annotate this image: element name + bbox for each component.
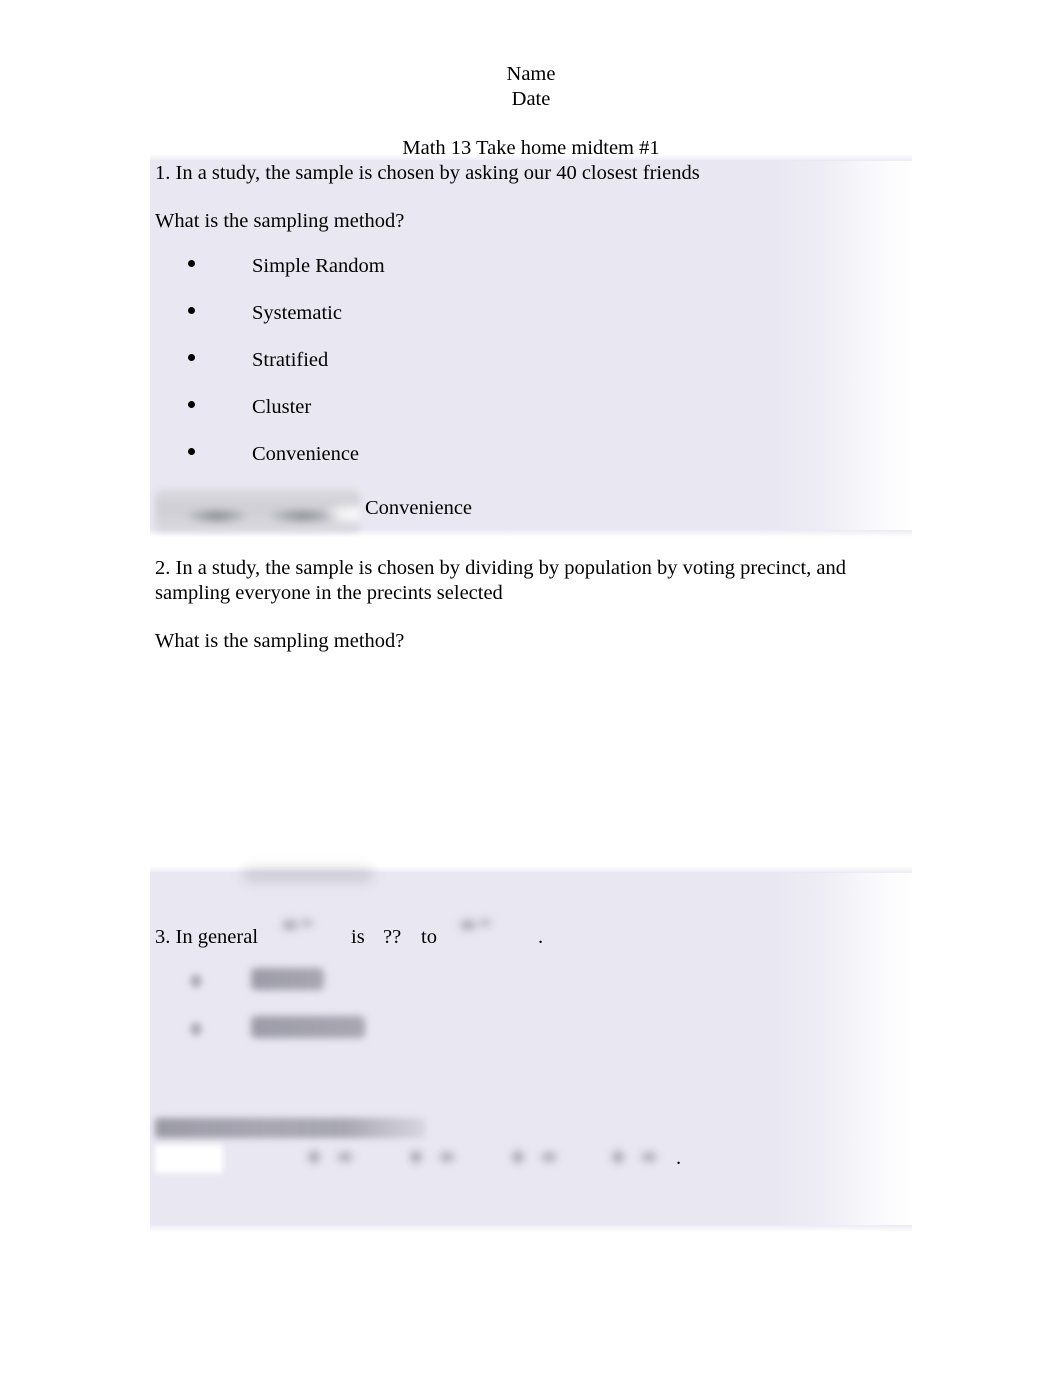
question-3-redacted-symbol-b xyxy=(455,911,511,953)
question-3-blank-field[interactable] xyxy=(155,1145,223,1173)
question-3-lead-text: 3. In general xyxy=(155,926,259,948)
question-1-answer-text: Convenience xyxy=(365,497,473,519)
option-label xyxy=(251,1016,365,1038)
question-3-redacted-symbol-a xyxy=(277,911,329,953)
list-item[interactable]: Cluster xyxy=(155,393,855,440)
question-3-redacted-value xyxy=(507,1142,569,1172)
question-3-is-word: is xyxy=(351,926,365,948)
question-1-stem: 1. In a study, the sample is chosen by a… xyxy=(155,162,700,184)
question-3-stem-line: 3. In general is ?? to . xyxy=(155,911,885,957)
question-3-values-period: . xyxy=(676,1147,682,1169)
bullet-icon xyxy=(188,401,195,408)
option-label: Convenience xyxy=(252,443,360,465)
option-label: Simple Random xyxy=(252,255,385,277)
bullet-icon xyxy=(191,1023,201,1035)
question-1-answer-row: Convenience xyxy=(155,490,875,536)
document-content-layer: Name Date Math 13 Take home midtem #1 1.… xyxy=(0,0,1062,1377)
question-3-redacted-value xyxy=(303,1142,365,1172)
option-label xyxy=(251,968,324,990)
bullet-icon xyxy=(188,260,195,267)
list-item[interactable]: Systematic xyxy=(155,299,855,346)
question-3-unknown-marker: ?? xyxy=(383,926,402,948)
bullet-icon xyxy=(188,354,195,361)
bullet-icon xyxy=(188,307,195,314)
question-3-redacted-value xyxy=(405,1142,467,1172)
option-label: Stratified xyxy=(252,349,329,371)
question-3-option-list xyxy=(155,966,655,1058)
question-3-redacted-value xyxy=(607,1142,669,1172)
question-3-end-period: . xyxy=(538,926,544,948)
document-title: Math 13 Take home midtem #1 xyxy=(402,137,660,159)
question-1-redacted-widget[interactable] xyxy=(155,490,360,532)
option-label: Systematic xyxy=(252,302,342,324)
question-3-to-word: to xyxy=(421,926,437,948)
list-item[interactable]: Convenience xyxy=(155,440,855,487)
header-date-label: Date xyxy=(511,88,551,110)
question-1-prompt: What is the sampling method? xyxy=(155,210,405,232)
question-2-stem: 2. In a study, the sample is chosen by d… xyxy=(155,557,847,604)
question-3-redacted-subheading xyxy=(155,1118,425,1138)
question-2-prompt: What is the sampling method? xyxy=(155,630,405,652)
question-1-option-list: Simple Random Systematic Stratified Clus… xyxy=(155,252,855,487)
list-item[interactable]: Simple Random xyxy=(155,252,855,299)
question-3-values-row: . xyxy=(155,1140,895,1186)
header-name-label: Name xyxy=(506,63,556,85)
list-item[interactable] xyxy=(155,966,595,1000)
bullet-icon xyxy=(191,975,201,987)
bullet-icon xyxy=(188,448,195,455)
list-item[interactable]: Stratified xyxy=(155,346,855,393)
list-item[interactable] xyxy=(155,1014,595,1048)
document-page: Name Date Math 13 Take home midtem #1 1.… xyxy=(0,0,1062,1377)
option-label: Cluster xyxy=(252,396,312,418)
